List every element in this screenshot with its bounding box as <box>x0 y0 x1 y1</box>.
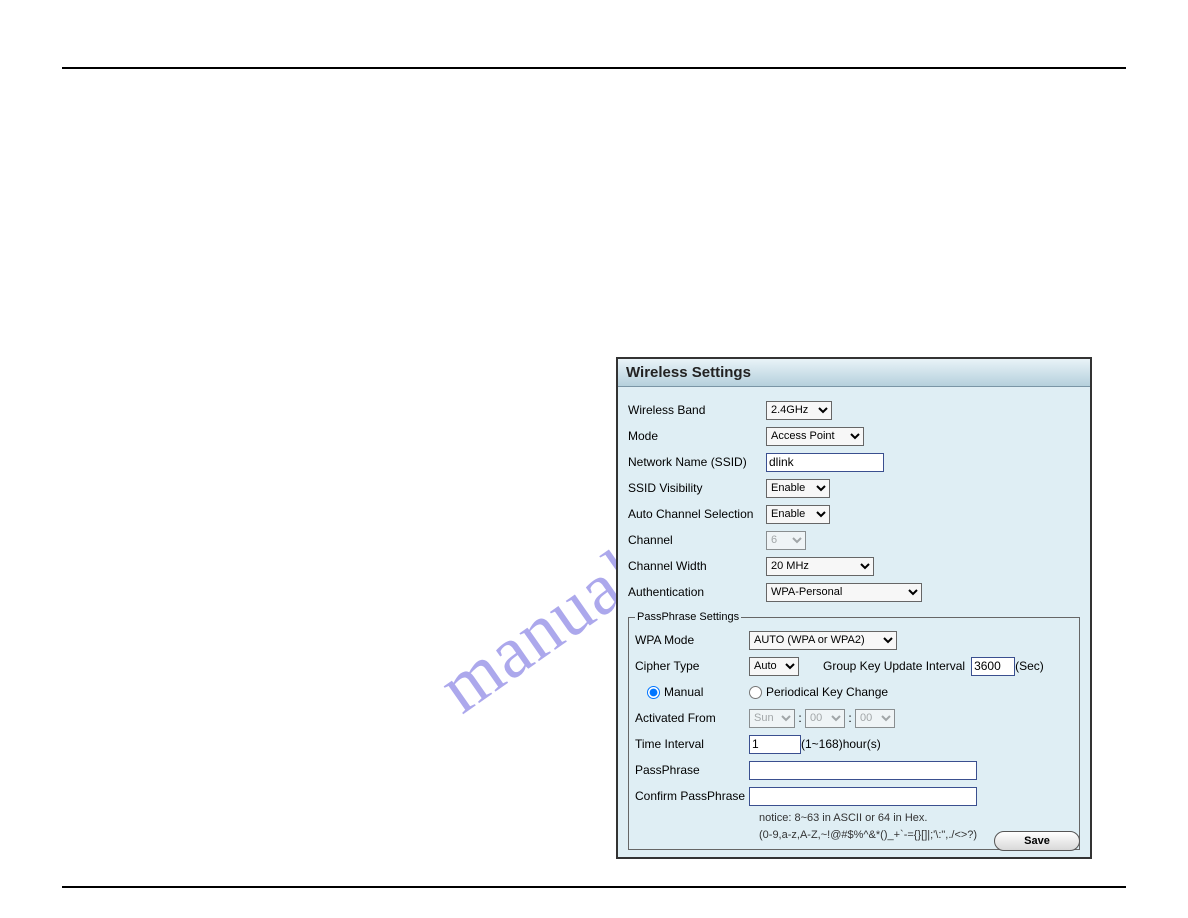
label-activated-from: Activated From <box>635 711 749 725</box>
label-cipher: Cipher Type <box>635 659 749 673</box>
spacer-radio: Manual <box>635 685 749 699</box>
row-time-interval: Time Interval (1~168)hour(s) <box>635 731 1073 757</box>
radio-manual-label[interactable]: Manual <box>647 685 703 699</box>
label-auto-channel: Auto Channel Selection <box>628 507 766 521</box>
label-channel: Channel <box>628 533 766 547</box>
row-passphrase: PassPhrase <box>635 757 1073 783</box>
select-cipher[interactable]: Auto <box>749 657 799 676</box>
row-cipher: Cipher Type Auto Group Key Update Interv… <box>635 653 1073 679</box>
select-channel-width[interactable]: 20 MHz <box>766 557 874 576</box>
select-wireless-band[interactable]: 2.4GHz <box>766 401 832 420</box>
label-time-interval-hint: (1~168)hour(s) <box>801 737 881 751</box>
row-confirm-passphrase: Confirm PassPhrase <box>635 783 1073 809</box>
select-auto-channel[interactable]: Enable <box>766 505 830 524</box>
label-authentication: Authentication <box>628 585 766 599</box>
row-channel-width: Channel Width 20 MHz <box>628 553 1080 579</box>
label-time-interval: Time Interval <box>635 737 749 751</box>
label-group-key: Group Key Update Interval <box>823 659 965 673</box>
label-wireless-band: Wireless Band <box>628 403 766 417</box>
row-auto-channel: Auto Channel Selection Enable <box>628 501 1080 527</box>
select-wpa-mode[interactable]: AUTO (WPA or WPA2) <box>749 631 897 650</box>
row-ssid: Network Name (SSID) <box>628 449 1080 475</box>
select-ssid-visibility[interactable]: Enable <box>766 479 830 498</box>
select-activated-mm: 00 <box>855 709 895 728</box>
select-authentication[interactable]: WPA-Personal <box>766 583 922 602</box>
radio-periodical[interactable] <box>749 686 762 699</box>
page: { "watermark": "manualshive.com", "panel… <box>0 0 1188 918</box>
divider-bottom <box>62 886 1126 888</box>
row-wireless-band: Wireless Band 2.4GHz <box>628 397 1080 423</box>
label-channel-width: Channel Width <box>628 559 766 573</box>
input-ssid[interactable] <box>766 453 884 472</box>
row-mode: Mode Access Point <box>628 423 1080 449</box>
time-sep-1: : <box>795 711 805 725</box>
row-key-mode: Manual Periodical Key Change <box>635 679 1073 705</box>
radio-manual[interactable] <box>647 686 660 699</box>
label-mode: Mode <box>628 429 766 443</box>
label-ssid: Network Name (SSID) <box>628 455 766 469</box>
input-group-key-interval[interactable] <box>971 657 1015 676</box>
select-activated-day: Sun <box>749 709 795 728</box>
fieldset-passphrase: PassPhrase Settings WPA Mode AUTO (WPA o… <box>628 611 1080 850</box>
row-wpa-mode: WPA Mode AUTO (WPA or WPA2) <box>635 627 1073 653</box>
legend-passphrase: PassPhrase Settings <box>635 611 741 623</box>
select-activated-hh: 00 <box>805 709 845 728</box>
wireless-settings-panel: Wireless Settings Wireless Band 2.4GHz M… <box>616 357 1092 859</box>
time-sep-2: : <box>845 711 855 725</box>
panel-body: Wireless Band 2.4GHz Mode Access Point N… <box>618 387 1090 854</box>
input-time-interval[interactable] <box>749 735 801 754</box>
select-channel: 6 <box>766 531 806 550</box>
radio-periodical-label[interactable]: Periodical Key Change <box>749 685 888 699</box>
label-ssid-visibility: SSID Visibility <box>628 481 766 495</box>
save-bar: Save <box>994 831 1080 851</box>
select-mode[interactable]: Access Point <box>766 427 864 446</box>
panel-title: Wireless Settings <box>618 359 1090 387</box>
row-authentication: Authentication WPA-Personal <box>628 579 1080 605</box>
row-ssid-visibility: SSID Visibility Enable <box>628 475 1080 501</box>
label-passphrase: PassPhrase <box>635 763 749 777</box>
label-confirm-passphrase: Confirm PassPhrase <box>635 789 749 803</box>
notice-line1: notice: 8~63 in ASCII or 64 in Hex. <box>759 811 1073 826</box>
label-wpa-mode: WPA Mode <box>635 633 749 647</box>
save-button[interactable]: Save <box>994 831 1080 851</box>
divider-top <box>62 67 1126 69</box>
input-confirm-passphrase[interactable] <box>749 787 977 806</box>
label-group-key-unit: (Sec) <box>1015 659 1044 673</box>
row-activated-from: Activated From Sun : 00 : 00 <box>635 705 1073 731</box>
input-passphrase[interactable] <box>749 761 977 780</box>
row-channel: Channel 6 <box>628 527 1080 553</box>
